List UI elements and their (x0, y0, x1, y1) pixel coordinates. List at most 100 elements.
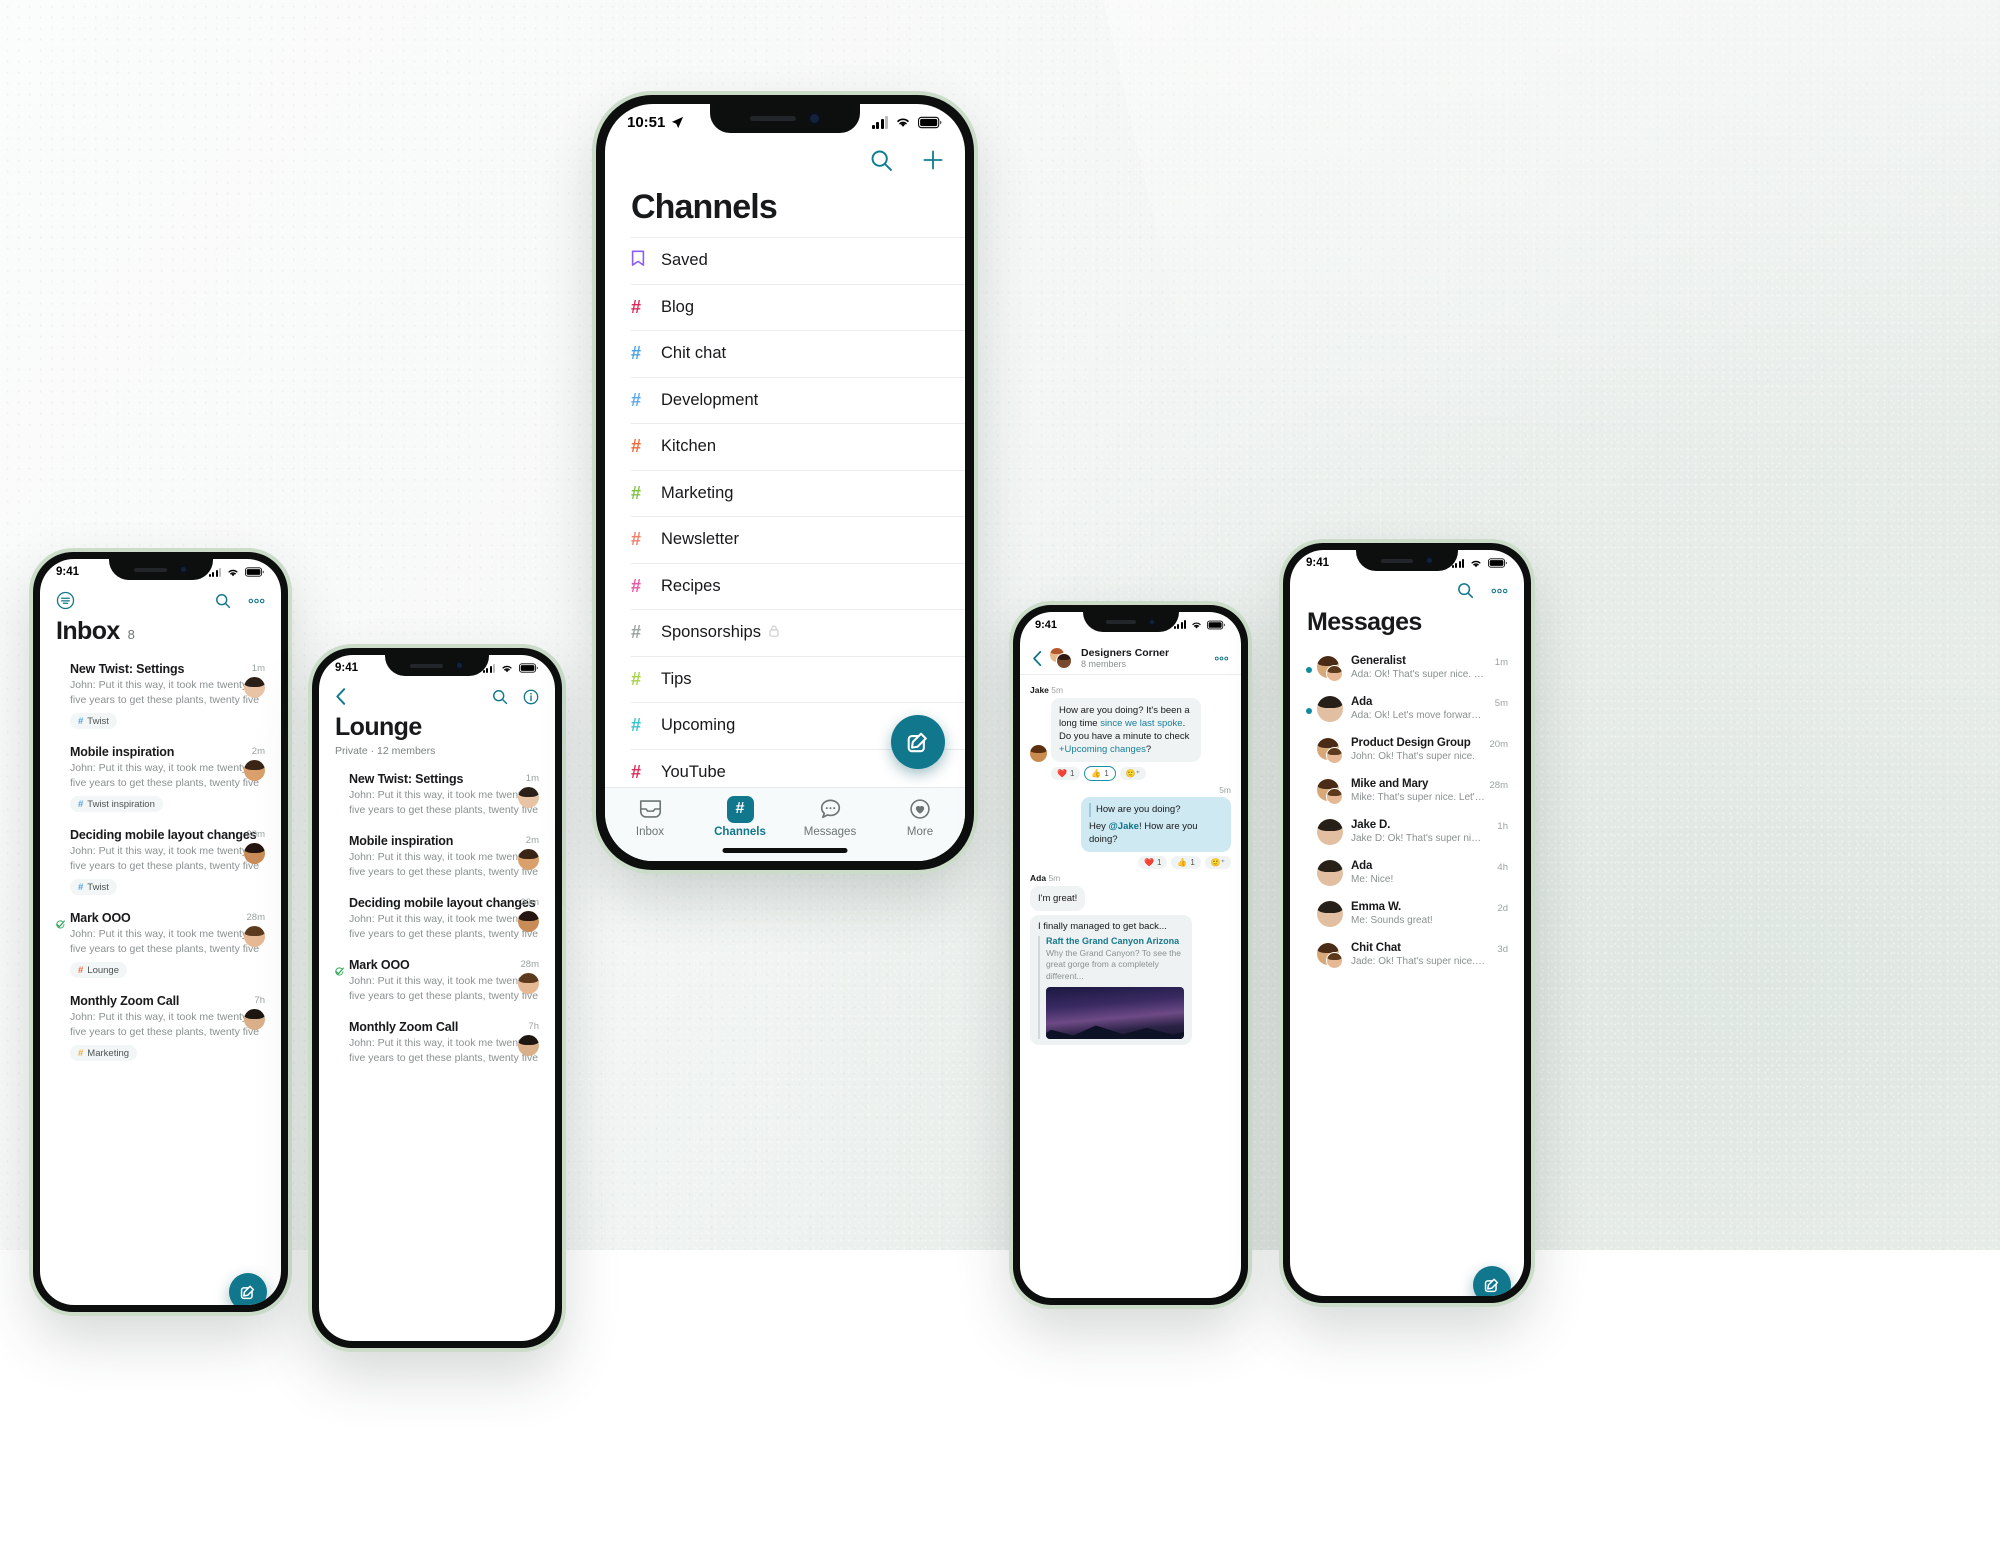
message-bubble[interactable]: How are you doing? It's been a long time… (1051, 698, 1201, 763)
tab-more[interactable]: More (875, 788, 965, 847)
more-horizontal-icon[interactable] (248, 598, 265, 604)
reaction-count: 1 (1190, 857, 1195, 867)
thread-item[interactable]: New Twist: Settings John: Put it this way… (56, 655, 265, 738)
conversation-list[interactable]: Generalist Ada: Ok! That's super nice. Fo… (1290, 648, 1524, 1296)
inbox-thread-list[interactable]: New Twist: Settings John: Put it this way… (40, 655, 281, 1305)
thread-preview: John: Put it this way, it took me twenty… (349, 975, 539, 1002)
thread-item[interactable]: Deciding mobile layout changes John: Put … (335, 889, 539, 951)
tab-messages[interactable]: Messages (785, 788, 875, 847)
avatar-hair (518, 787, 539, 797)
conversation-row[interactable]: Ada Me: Nice! 4h (1306, 853, 1508, 894)
search-icon[interactable] (215, 593, 231, 609)
compose-button[interactable] (891, 715, 945, 769)
thread-item[interactable]: Monthly Zoom Call John: Put it this way, … (56, 987, 265, 1070)
thread-item[interactable]: Mark OOO John: Put it this way, it took m… (335, 951, 539, 1013)
status-time: 9:41 (56, 566, 80, 578)
filter-icon[interactable] (56, 591, 75, 610)
front-camera (1147, 618, 1156, 626)
search-icon[interactable] (870, 149, 893, 172)
channel-chip[interactable]: # Twist (70, 879, 117, 895)
thread-item[interactable]: Mark OOO John: Put it this way, it took m… (56, 904, 265, 987)
channel-row[interactable]: # Development (631, 376, 965, 424)
more-horizontal-icon[interactable] (1491, 588, 1508, 594)
conversation-row[interactable]: Jake D. Jake D: Ok! That's super nice. Fo… (1306, 812, 1508, 853)
chevron-left-icon[interactable] (1032, 650, 1042, 667)
compose-button[interactable] (229, 1273, 267, 1305)
thread-item[interactable]: Mobile inspiration John: Put it this way,… (56, 738, 265, 821)
channel-chip[interactable]: # Lounge (70, 962, 127, 978)
avatar-hair (244, 760, 265, 770)
phone-channels: 10:51 Channels Saved # Blog # Chit chat … (596, 95, 974, 870)
tab-label: Channels (714, 826, 766, 838)
channel-chip[interactable]: # Twist inspiration (70, 796, 163, 812)
conversation-row[interactable]: Chit Chat Jade: Ok! That's super nice. Fo… (1306, 935, 1508, 976)
avatar-group (1317, 655, 1343, 682)
plus-icon[interactable] (921, 148, 945, 172)
reaction-row[interactable]: ❤️ 1 👍 1 🙂⁺ (1051, 766, 1231, 782)
chat-bubble-icon (819, 797, 842, 821)
avatar-face (1317, 819, 1343, 845)
thread-item[interactable]: Deciding mobile layout changes John: Put … (56, 821, 265, 904)
more-horizontal-icon[interactable] (1214, 656, 1229, 661)
thread-item[interactable]: New Twist: Settings John: Put it this way… (335, 765, 539, 827)
page-title: Channels (631, 188, 778, 226)
message-bubble[interactable]: I'm great! (1030, 885, 1086, 911)
search-icon[interactable] (1457, 582, 1474, 599)
channel-chip[interactable]: # Twist (70, 713, 117, 729)
avatar-hair (1327, 748, 1342, 755)
inline-link[interactable]: since we last spoke (1100, 718, 1182, 729)
add-reaction-icon[interactable]: 🙂⁺ (1119, 767, 1147, 781)
inline-link[interactable]: +Upcoming changes (1059, 744, 1146, 755)
reaction-heart[interactable]: ❤️ 1 (1137, 855, 1168, 869)
conversation-row[interactable]: Product Design Group John: Ok! That's sup… (1306, 730, 1508, 771)
quoted-text: How are you doing? (1089, 803, 1223, 817)
link-preview-card[interactable]: I finally managed to get back... Raft th… (1030, 914, 1192, 1046)
info-circle-icon[interactable] (523, 689, 539, 705)
compose-button[interactable] (1473, 1266, 1511, 1296)
channel-chip[interactable]: # Marketing (70, 1045, 138, 1061)
card-image (1046, 987, 1184, 1040)
reaction-thumbsup[interactable]: 👍 1 (1084, 766, 1116, 782)
channel-row[interactable]: # Newsletter (631, 516, 965, 563)
reaction-heart[interactable]: ❤️ 1 (1051, 767, 1081, 781)
card-title[interactable]: Raft the Grand Canyon Arizona (1046, 936, 1184, 946)
message-bubble[interactable]: How are you doing? Hey @Jake! How are yo… (1081, 797, 1231, 852)
chat-header: Designers Corner 8 members (1020, 642, 1241, 675)
unread-dot-icon (1306, 708, 1312, 714)
conversation-row[interactable]: Generalist Ada: Ok! That's super nice. Fo… (1306, 648, 1508, 689)
battery-icon (245, 567, 264, 577)
chat-message-list[interactable]: Jake 5m How are you doing? It's been a l… (1020, 676, 1241, 1298)
channel-row[interactable]: # Kitchen (631, 423, 965, 470)
conversation-row[interactable]: Ada Ada: Ok! Let's move forward with this… (1306, 689, 1508, 730)
done-check-icon (56, 916, 65, 933)
tab-channels[interactable]: # Channels (695, 788, 785, 847)
thread-item[interactable]: Mobile inspiration John: Put it this way,… (335, 827, 539, 889)
status-icons (482, 663, 540, 674)
channel-list[interactable]: Saved # Blog # Chit chat # Development # Kitchen… (605, 237, 965, 787)
message-time: 5m (1219, 785, 1231, 796)
channel-row[interactable]: # Marketing (631, 469, 965, 517)
conversation-row[interactable]: Emma W. Me: Sounds great! 2d (1306, 894, 1508, 935)
reaction-row[interactable]: ❤️ 1 👍 1 🙂⁺ (1030, 855, 1231, 869)
search-icon[interactable] (492, 689, 508, 705)
thread-timestamp: 1m (251, 663, 265, 674)
channel-row[interactable]: # Recipes (631, 562, 965, 610)
inbox-navbar-actions (215, 593, 265, 609)
reaction-thumbsup[interactable]: 👍 1 (1171, 855, 1201, 869)
channel-row[interactable]: # Chit chat (631, 330, 965, 377)
chevron-left-icon[interactable] (335, 687, 346, 706)
thread-marker (335, 963, 344, 981)
channel-row[interactable]: # Tips (631, 655, 965, 703)
mention[interactable]: @Jake (1109, 821, 1139, 832)
channel-row[interactable]: Saved (631, 237, 965, 284)
hash-icon: # (78, 881, 84, 893)
add-reaction-icon[interactable]: 🙂⁺ (1204, 855, 1231, 869)
conversation-timestamp: 2d (1497, 903, 1508, 914)
lounge-thread-list[interactable]: New Twist: Settings John: Put it this way… (319, 765, 555, 1341)
channel-row[interactable]: # Blog (631, 283, 965, 331)
tab-inbox[interactable]: Inbox (605, 788, 695, 847)
channel-row[interactable]: # Sponsorships (631, 609, 965, 656)
conversation-row[interactable]: Mike and Mary Mike: That's super nice. Le… (1306, 771, 1508, 812)
thread-item[interactable]: Monthly Zoom Call John: Put it this way, … (335, 1013, 539, 1075)
thread-preview: John: Put it this way, it took me twenty… (349, 851, 539, 878)
